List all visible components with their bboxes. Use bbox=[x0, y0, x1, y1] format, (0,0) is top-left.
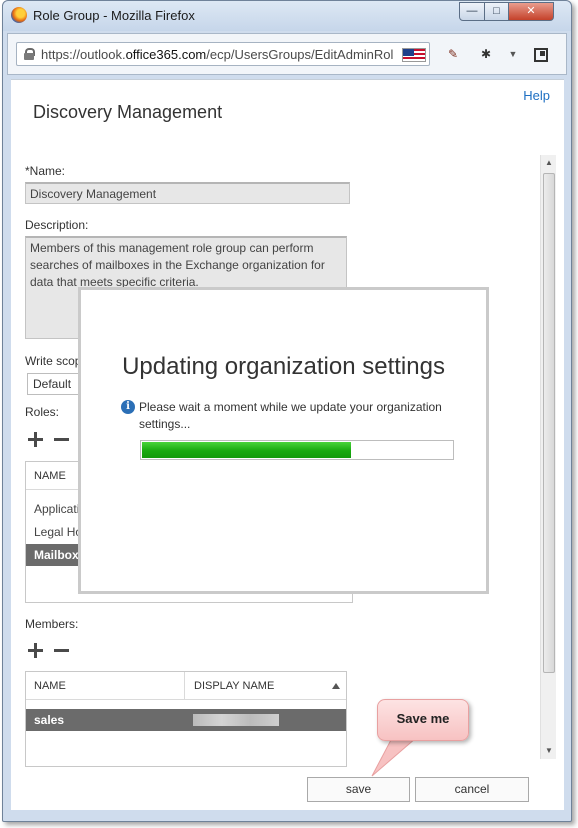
save-me-callout: Save me bbox=[377, 699, 469, 741]
bug-icon[interactable]: ✱ bbox=[478, 47, 494, 63]
member-name: sales bbox=[34, 713, 65, 727]
progress-bar bbox=[140, 440, 454, 460]
lock-icon bbox=[24, 48, 35, 60]
info-icon: i bbox=[121, 400, 135, 414]
members-table-header: NAME DISPLAY NAME bbox=[26, 672, 346, 700]
write-scope-label: Write scop bbox=[25, 354, 82, 368]
column-separator bbox=[184, 672, 185, 700]
url-path: /ecp/UsersGroups/EditAdminRoleG bbox=[206, 47, 393, 62]
addon-icon[interactable]: ✎ bbox=[445, 47, 461, 63]
roles-name-header[interactable]: NAME bbox=[34, 470, 66, 482]
page-title: Discovery Management bbox=[33, 102, 223, 122]
name-field[interactable]: Discovery Management bbox=[25, 182, 350, 204]
help-link[interactable]: Help bbox=[523, 88, 550, 103]
minimize-button[interactable]: — bbox=[459, 2, 485, 21]
member-row-selected[interactable]: sales bbox=[26, 709, 346, 731]
url-text[interactable]: https://outlook.office365.com/ecp/UsersG… bbox=[41, 47, 393, 62]
url-prefix: https://outlook. bbox=[41, 47, 126, 62]
roles-label: Roles: bbox=[25, 405, 60, 419]
remove-role-icon[interactable] bbox=[54, 432, 69, 447]
window-title: Role Group - Mozilla Firefox bbox=[33, 8, 195, 23]
scroll-down-icon[interactable]: ▼ bbox=[541, 743, 557, 759]
members-label: Members: bbox=[25, 617, 79, 631]
navigation-bar: https://outlook.office365.com/ecp/UsersG… bbox=[7, 33, 567, 75]
maximize-button[interactable]: □ bbox=[484, 2, 509, 21]
cancel-button[interactable]: cancel bbox=[415, 777, 529, 802]
members-display-name-header[interactable]: DISPLAY NAME bbox=[194, 680, 274, 692]
vertical-scrollbar[interactable]: ▲ ▼ bbox=[540, 155, 556, 759]
add-role-icon[interactable] bbox=[28, 432, 43, 447]
dialog-title: Updating organization settings bbox=[122, 353, 445, 380]
save-button[interactable]: save bbox=[307, 777, 410, 802]
title-bar: Role Group - Mozilla Firefox — □ ✕ bbox=[3, 1, 571, 31]
add-member-icon[interactable] bbox=[28, 643, 43, 658]
sort-ascending-icon[interactable] bbox=[332, 683, 340, 689]
remove-member-icon[interactable] bbox=[54, 643, 69, 658]
members-name-header[interactable]: NAME bbox=[34, 680, 66, 692]
us-flag-icon[interactable] bbox=[402, 48, 426, 62]
progress-dialog: Updating organization settings i Please … bbox=[78, 287, 489, 594]
url-domain: office365.com bbox=[125, 47, 207, 62]
description-label: Description: bbox=[25, 218, 89, 232]
dropdown-arrow-icon[interactable]: ▼ bbox=[505, 49, 521, 65]
members-table: NAME DISPLAY NAME sales bbox=[25, 671, 347, 767]
window-panel-icon[interactable] bbox=[534, 48, 548, 62]
firefox-icon bbox=[11, 7, 27, 23]
url-bar[interactable]: https://outlook.office365.com/ecp/UsersG… bbox=[16, 42, 430, 66]
scrollbar-thumb[interactable] bbox=[543, 173, 555, 673]
name-label: *Name: bbox=[25, 164, 66, 178]
redacted-display-name bbox=[193, 714, 279, 726]
scroll-up-icon[interactable]: ▲ bbox=[541, 155, 557, 171]
dialog-message: Please wait a moment while we update you… bbox=[139, 400, 442, 431]
progress-bar-fill bbox=[142, 442, 352, 458]
close-button[interactable]: ✕ bbox=[508, 2, 554, 21]
